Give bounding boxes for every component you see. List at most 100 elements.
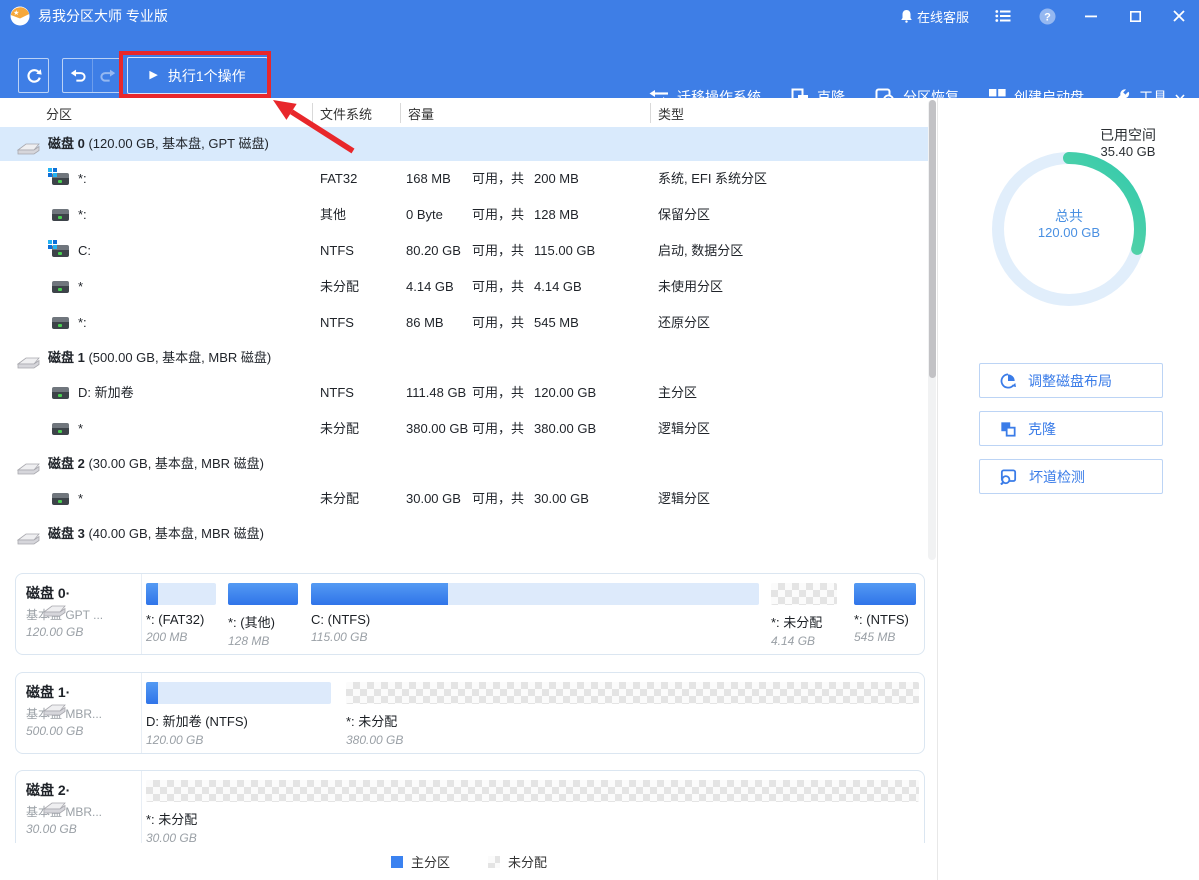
disk-row[interactable]: 磁盘 1 (500.00 GB, 基本盘, MBR 磁盘) (0, 341, 928, 375)
adjust-layout-icon (1000, 373, 1016, 389)
vertical-scrollbar[interactable] (928, 100, 936, 560)
used-space-label: 已用空间 (1088, 125, 1168, 145)
partition-block[interactable]: *: (FAT32)200 MB (146, 583, 216, 644)
available-label: 可用，共 (472, 161, 524, 197)
partition-row[interactable]: D: 新加卷NTFS111.48 GB可用，共120.00 GB主分区 (0, 375, 928, 411)
close-button[interactable] (1169, 6, 1189, 26)
total-label: 总共 (1009, 206, 1129, 226)
partition-type: 系统, EFI 系统分区 (658, 161, 767, 197)
bell-icon (900, 9, 913, 23)
partition-block-size: 120.00 GB (146, 733, 331, 747)
filesystem-value: 未分配 (320, 269, 359, 305)
filesystem-value: 未分配 (320, 481, 359, 517)
partition-row[interactable]: *:NTFS86 MB可用，共545 MB还原分区 (0, 305, 928, 341)
svg-text:★: ★ (13, 9, 19, 17)
available-label: 可用，共 (472, 269, 524, 305)
unallocated-bar (346, 682, 919, 704)
disk-row[interactable]: 磁盘 0 (120.00 GB, 基本盘, GPT 磁盘) (0, 127, 928, 161)
disk-card[interactable]: 磁盘 1·基本盘 MBR...500.00 GBD: 新加卷 (NTFS)120… (15, 672, 925, 754)
header-capacity: 容量 (408, 104, 434, 123)
partition-name: * (78, 481, 83, 517)
drive-icon (52, 245, 69, 257)
minimize-button[interactable] (1081, 6, 1101, 26)
partition-block[interactable]: C: (NTFS)115.00 GB (311, 583, 759, 644)
total-value: 120.00 GB (1009, 225, 1129, 240)
disk-name: 磁盘 3 (40.00 GB, 基本盘, MBR 磁盘) (48, 517, 264, 551)
play-icon: ▶ (149, 70, 157, 81)
partition-block-size: 545 MB (854, 630, 916, 644)
partition-block[interactable]: *: 未分配4.14 GB (771, 583, 837, 648)
partition-row[interactable]: *未分配4.14 GB可用，共4.14 GB未使用分区 (0, 269, 928, 305)
disk-card[interactable]: 磁盘 2·基本盘 MBR...30.00 GB*: 未分配30.00 GB (15, 770, 925, 852)
free-space-value: 4.14 GB (406, 269, 454, 305)
drive-icon (52, 423, 69, 435)
disk-icon (14, 350, 42, 366)
window-title: 易我分区大师 专业版 (38, 6, 168, 26)
used-bar (854, 583, 916, 605)
clone-button[interactable]: 克隆 (979, 411, 1163, 446)
used-space-value: 35.40 GB (1088, 144, 1168, 159)
partition-block-label: *: 未分配 (346, 711, 919, 730)
refresh-button[interactable] (18, 58, 49, 93)
total-space-value: 4.14 GB (534, 269, 582, 305)
partition-type: 保留分区 (658, 197, 710, 233)
free-space-value: 111.48 GB (406, 375, 466, 411)
partition-bar (146, 682, 331, 704)
right-panel: 已用空间 35.40 GB 总共 120.00 GB 调整磁盘布局 克隆 坏道检… (938, 98, 1199, 880)
total-space-value: 200 MB (534, 161, 579, 197)
disk-row[interactable]: 磁盘 3 (40.00 GB, 基本盘, MBR 磁盘) (0, 517, 928, 551)
online-support-button[interactable]: 在线客服 (900, 7, 969, 26)
disk-row[interactable]: 磁盘 2 (30.00 GB, 基本盘, MBR 磁盘) (0, 447, 928, 481)
maximize-button[interactable] (1125, 6, 1145, 26)
primary-swatch (391, 856, 403, 868)
partition-block[interactable]: *: (其他)128 MB (228, 583, 298, 648)
undo-button[interactable] (63, 59, 92, 92)
execute-operations-button[interactable]: ▶ 执行1个操作 (127, 57, 268, 94)
partition-row[interactable]: *:其他0 Byte可用，共128 MB保留分区 (0, 197, 928, 233)
partition-type: 逻辑分区 (658, 481, 710, 517)
partition-block[interactable]: *: 未分配380.00 GB (346, 682, 919, 747)
disk-card-head: 磁盘 2·基本盘 MBR...30.00 GB (26, 780, 138, 836)
drive-icon (52, 173, 69, 185)
legend-primary: 主分区 (391, 852, 450, 871)
drive-icon (52, 387, 69, 399)
operation-list-icon[interactable] (993, 6, 1013, 26)
disk-card[interactable]: 磁盘 0·基本盘 GPT ...120.00 GB*: (FAT32)200 M… (15, 573, 925, 655)
partition-block-label: *: 未分配 (771, 612, 837, 631)
bad-sector-test-button[interactable]: 坏道检测 (979, 459, 1163, 494)
header-partition: 分区 (46, 104, 72, 123)
filesystem-value: NTFS (320, 375, 354, 411)
header-filesystem: 文件系统 (320, 104, 372, 123)
drive-icon (52, 281, 69, 293)
titlebar: ★ 易我分区大师 专业版 在线客服 ? (0, 0, 1199, 32)
partition-row[interactable]: *未分配380.00 GB可用，共380.00 GB逻辑分区 (0, 411, 928, 447)
filesystem-value: NTFS (320, 233, 354, 269)
partition-name: *: (78, 197, 87, 233)
partition-row[interactable]: C:NTFS80.20 GB可用，共115.00 GB启动, 数据分区 (0, 233, 928, 269)
partition-row[interactable]: *未分配30.00 GB可用，共30.00 GB逻辑分区 (0, 481, 928, 517)
adjust-layout-button[interactable]: 调整磁盘布局 (979, 363, 1163, 398)
partition-block-label: *: 未分配 (146, 809, 919, 828)
help-icon[interactable]: ? (1037, 6, 1057, 26)
total-space-value: 545 MB (534, 305, 579, 341)
partition-block[interactable]: D: 新加卷 (NTFS)120.00 GB (146, 682, 331, 747)
partition-type: 逻辑分区 (658, 411, 710, 447)
available-label: 可用，共 (472, 411, 524, 447)
partition-row[interactable]: *:FAT32168 MB可用，共200 MB系统, EFI 系统分区 (0, 161, 928, 197)
available-label: 可用，共 (472, 233, 524, 269)
app-window: ★ 易我分区大师 专业版 在线客服 ? (0, 0, 1199, 880)
partition-block-size: 128 MB (228, 634, 298, 648)
partition-name: C: (78, 233, 91, 269)
partition-block[interactable]: *: 未分配30.00 GB (146, 780, 919, 845)
disk-card-name: 磁盘 1· (26, 682, 70, 702)
partition-block-label: *: (NTFS) (854, 612, 916, 627)
clone-icon (1000, 421, 1016, 437)
unallocated-swatch (488, 856, 500, 868)
filesystem-value: NTFS (320, 305, 354, 341)
partition-type: 主分区 (658, 375, 697, 411)
scrollbar-thumb[interactable] (929, 100, 936, 378)
legend-unallocated: 未分配 (488, 852, 547, 871)
partition-block[interactable]: *: (NTFS) 545 MB (854, 583, 916, 644)
disk-icon (14, 526, 42, 542)
redo-button[interactable] (92, 59, 122, 92)
